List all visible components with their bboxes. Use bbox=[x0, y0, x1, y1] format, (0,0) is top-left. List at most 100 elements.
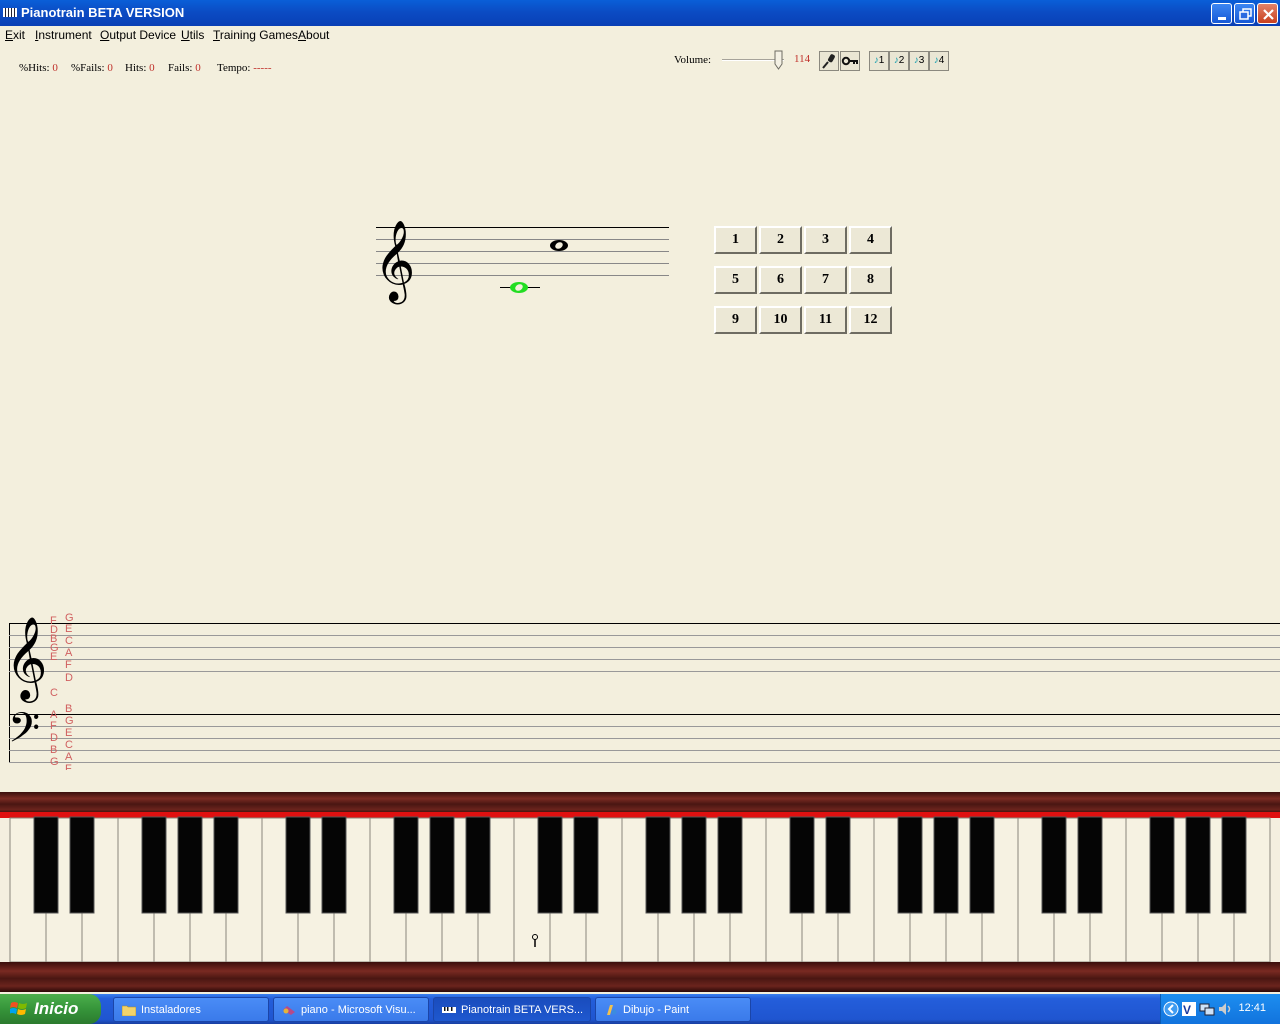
black-key[interactable] bbox=[285, 816, 311, 914]
close-icon bbox=[1263, 9, 1274, 20]
note-label: F bbox=[65, 763, 72, 770]
black-key[interactable] bbox=[645, 816, 671, 914]
black-key[interactable] bbox=[1185, 816, 1211, 914]
black-key[interactable] bbox=[177, 816, 203, 914]
treble-clef-icon: 𝄞 bbox=[5, 615, 48, 703]
number-button-3[interactable]: 3 bbox=[804, 226, 847, 254]
black-key[interactable] bbox=[393, 816, 419, 914]
number-button-11[interactable]: 11 bbox=[804, 306, 847, 334]
svg-text:V: V bbox=[1183, 1003, 1191, 1017]
title-bar: Pianotrain BETA VERSION bbox=[0, 0, 1280, 26]
black-key[interactable] bbox=[429, 816, 455, 914]
black-key[interactable] bbox=[897, 816, 923, 914]
restore-icon bbox=[1239, 8, 1252, 20]
number-button-1[interactable]: 1 bbox=[714, 226, 757, 254]
minimize-icon bbox=[1218, 17, 1226, 20]
black-key[interactable] bbox=[537, 816, 563, 914]
black-key[interactable] bbox=[1077, 816, 1103, 914]
note-label: F bbox=[65, 659, 72, 671]
microphone-button[interactable] bbox=[819, 51, 839, 71]
preset-button-2[interactable]: ♪2 bbox=[889, 51, 909, 71]
note-label: C bbox=[65, 635, 73, 647]
volume-value: 114 bbox=[794, 53, 811, 65]
hits-stat: Hits: 0 bbox=[125, 62, 155, 74]
note-label: G bbox=[65, 715, 74, 727]
black-key[interactable] bbox=[321, 816, 347, 914]
black-key[interactable] bbox=[933, 816, 959, 914]
start-button[interactable]: Inicio bbox=[0, 994, 101, 1024]
number-button-9[interactable]: 9 bbox=[714, 306, 757, 334]
black-key[interactable] bbox=[33, 816, 59, 914]
paint-icon bbox=[607, 1005, 617, 1015]
menu-exit[interactable]: Exit bbox=[5, 28, 25, 42]
black-key[interactable] bbox=[969, 816, 995, 914]
pct-fails-stat: %Fails: 0 bbox=[71, 62, 113, 74]
preset-button-1[interactable]: ♪1 bbox=[869, 51, 889, 71]
taskbar: Inicio Instaladores piano - Microsoft Vi… bbox=[0, 994, 1280, 1024]
treble-clef-icon: 𝄞 bbox=[374, 219, 415, 304]
note-label: A bbox=[65, 751, 73, 763]
task-visual-studio[interactable]: piano - Microsoft Visu... bbox=[273, 997, 429, 1022]
window-title: Pianotrain BETA VERSION bbox=[21, 5, 185, 20]
number-button-2[interactable]: 2 bbox=[759, 226, 802, 254]
number-button-8[interactable]: 8 bbox=[849, 266, 892, 294]
number-button-10[interactable]: 10 bbox=[759, 306, 802, 334]
black-key[interactable] bbox=[1041, 816, 1067, 914]
volume-slider-thumb[interactable] bbox=[774, 50, 783, 70]
menu-utils[interactable]: Utils bbox=[181, 28, 204, 42]
black-key[interactable] bbox=[465, 816, 491, 914]
bass-clef-icon: 𝄢 bbox=[8, 704, 40, 762]
preset-button-3[interactable]: ♪3 bbox=[909, 51, 929, 71]
menu-training-games[interactable]: Training Games bbox=[213, 28, 298, 42]
black-key[interactable] bbox=[141, 816, 167, 914]
volume-tray-icon[interactable] bbox=[1217, 1001, 1233, 1017]
windows-logo-icon bbox=[10, 1002, 27, 1015]
black-key[interactable] bbox=[1221, 816, 1247, 914]
minimize-button[interactable] bbox=[1211, 3, 1232, 24]
piano-bottom-rail bbox=[0, 962, 1280, 992]
grand-staff: 𝄞 𝄢 F D B G E C G E C A F D A F D B G B … bbox=[5, 612, 1280, 770]
black-key[interactable] bbox=[789, 816, 815, 914]
restore-button[interactable] bbox=[1234, 3, 1255, 24]
number-button-12[interactable]: 12 bbox=[849, 306, 892, 334]
note-label: D bbox=[50, 732, 58, 744]
number-button-5[interactable]: 5 bbox=[714, 266, 757, 294]
piano-keyboard bbox=[0, 792, 1280, 992]
piano-top-rail bbox=[0, 792, 1280, 814]
note-label: C bbox=[65, 739, 73, 751]
tray-expand-icon[interactable] bbox=[1163, 1001, 1179, 1017]
network-icon[interactable] bbox=[1199, 1001, 1215, 1017]
black-key[interactable] bbox=[573, 816, 599, 914]
number-button-7[interactable]: 7 bbox=[804, 266, 847, 294]
black-key[interactable] bbox=[717, 816, 743, 914]
note-label: E bbox=[65, 727, 72, 739]
number-button-4[interactable]: 4 bbox=[849, 226, 892, 254]
language-icon[interactable]: V bbox=[1181, 1001, 1197, 1017]
note-label: C bbox=[50, 687, 58, 699]
tempo-stat: Tempo: ----- bbox=[217, 62, 272, 74]
black-key[interactable] bbox=[1149, 816, 1175, 914]
note-label: D bbox=[65, 672, 73, 684]
start-label: Inicio bbox=[34, 999, 79, 1018]
menu-output-device[interactable]: Output Device bbox=[100, 28, 176, 42]
task-instaladores[interactable]: Instaladores bbox=[113, 997, 269, 1022]
close-button[interactable] bbox=[1257, 3, 1278, 24]
task-paint[interactable]: Dibujo - Paint bbox=[595, 997, 751, 1022]
task-pianotrain[interactable]: Pianotrain BETA VERS... bbox=[433, 997, 591, 1022]
note-label: A bbox=[65, 647, 73, 659]
preset-button-4[interactable]: ♪4 bbox=[929, 51, 949, 71]
menu-instrument[interactable]: Instrument bbox=[35, 28, 92, 42]
note-label: B bbox=[65, 703, 72, 715]
black-key[interactable] bbox=[69, 816, 95, 914]
menu-about[interactable]: About bbox=[298, 28, 329, 42]
black-key[interactable] bbox=[825, 816, 851, 914]
number-button-6[interactable]: 6 bbox=[759, 266, 802, 294]
folder-icon bbox=[122, 1005, 136, 1016]
visual-studio-icon bbox=[283, 1006, 295, 1015]
note-label: E bbox=[50, 651, 57, 663]
target-note bbox=[550, 240, 568, 251]
volume-label: Volume: bbox=[674, 54, 712, 66]
key-button[interactable] bbox=[840, 51, 860, 71]
black-key[interactable] bbox=[681, 816, 707, 914]
black-key[interactable] bbox=[213, 816, 239, 914]
